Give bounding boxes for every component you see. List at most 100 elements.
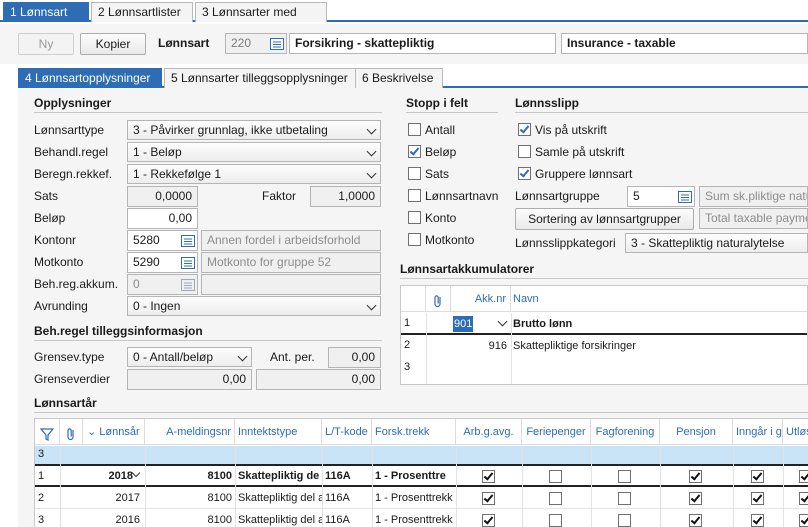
tab-lonnsartopplysninger[interactable]: 4 Lønnsartopplysninger (18, 68, 162, 88)
utlos-checkbox[interactable] (799, 514, 808, 527)
fagforening-checkbox[interactable] (618, 514, 631, 527)
faktor-label: Faktor (262, 189, 297, 203)
vis-pa-utskrift-checkbox[interactable] (518, 123, 531, 136)
grense-field-1[interactable]: 0,00 (127, 369, 252, 390)
feriepenger-checkbox[interactable] (549, 492, 562, 505)
arbgavg-checkbox[interactable] (482, 470, 495, 483)
lonnsar-cell[interactable]: 2017 (83, 487, 140, 509)
inntektstype-column-header[interactable]: Inntektstype (235, 419, 322, 445)
lonnsartgruppe-label: Lønnsartgruppe (515, 189, 600, 203)
akknr-cell-selected[interactable]: 901 (453, 316, 473, 332)
feriepenger-checkbox[interactable] (549, 514, 562, 527)
inngar-checkbox[interactable] (751, 470, 764, 483)
belop-field[interactable]: 0,00 (127, 208, 198, 229)
pensjon-checkbox[interactable] (689, 514, 702, 527)
lonnsslipp-heading: Lønnsslipp (515, 96, 579, 110)
utlos-column-header[interactable]: Utløs (783, 419, 808, 445)
ant-per-field[interactable]: 0,00 (328, 347, 381, 368)
lookup-list-icon[interactable] (678, 191, 692, 203)
gruppere-lonnsart-checkbox[interactable] (518, 167, 531, 180)
lookup-list-icon[interactable] (181, 279, 195, 291)
lonnsar-cell[interactable]: 2016 (83, 509, 140, 527)
copy-button[interactable]: Kopier (80, 33, 146, 55)
arbgavg-checkbox[interactable] (482, 514, 495, 527)
feriepenger-checkbox[interactable] (549, 470, 562, 483)
motkonto-label: Motkonto (34, 255, 84, 269)
grensev-type-select[interactable]: 0 - Antall/beløp (127, 347, 252, 367)
check-icon (690, 492, 701, 503)
attachment-header[interactable] (60, 419, 83, 445)
stopp-antall-checkbox[interactable] (408, 123, 421, 136)
stopp-sats-checkbox[interactable] (408, 167, 421, 180)
arbgavg-checkbox[interactable] (482, 492, 495, 505)
navn-cell: Skattepliktige forsikringer (513, 340, 636, 352)
navn-column-header[interactable]: Navn (511, 286, 807, 312)
tab-beskrivelse[interactable]: 6 Beskrivelse (355, 68, 443, 88)
lonnsart-name-field[interactable]: Forsikring - skattepliktig (289, 33, 556, 54)
pensjon-column-header[interactable]: Pensjon (660, 419, 733, 445)
filter-header[interactable] (35, 419, 60, 445)
amelding-cell: 8100 (207, 514, 232, 526)
stopp-belop-checkbox[interactable] (408, 145, 421, 158)
utlos-checkbox[interactable] (799, 470, 808, 483)
stopp-konto-checkbox[interactable] (408, 211, 421, 224)
lonnsslippkategori-select[interactable]: 3 - Skattepliktig naturalytelse (625, 233, 808, 253)
sats-field[interactable]: 0,0000 (127, 186, 198, 207)
stopp-lonnsartnavn-checkbox[interactable] (408, 189, 421, 202)
ltkode-cell: 116A (325, 470, 351, 482)
lonnsarttype-select[interactable]: 3 - Påvirker grunnlag, ikke utbetaling (127, 120, 381, 140)
utlos-checkbox[interactable] (799, 492, 808, 505)
fagforening-column-header[interactable]: Fagforening (591, 419, 660, 445)
avrunding-value: 0 - Ingen (133, 299, 181, 313)
stopp-sats-label: Sats (425, 167, 450, 181)
sortering-button[interactable]: Sortering av lønnsartgrupper (515, 208, 694, 230)
new-row[interactable] (35, 446, 808, 464)
samle-pa-utskrift-checkbox[interactable] (518, 145, 531, 158)
behandl-select[interactable]: 1 - Beløp (127, 142, 381, 162)
tab-lonnsartlister[interactable]: 2 Lønnsartlister (91, 2, 193, 22)
lookup-list-icon[interactable] (181, 257, 195, 269)
lonnsart-name-en-field[interactable]: Insurance - taxable (561, 33, 808, 54)
behreg-label: Beh.reg.akkum. (34, 277, 119, 291)
arbgavg-column-header[interactable]: Arb.g.avg. (456, 419, 522, 445)
kontonr-description: Annen fordel i arbeidsforhold (201, 230, 381, 251)
ltkode-column-header[interactable]: L/T-kode (322, 419, 372, 445)
grensev-type-label: Grensev.type (34, 350, 105, 364)
fagforening-checkbox[interactable] (618, 470, 631, 483)
behandl-value: 1 - Beløp (133, 145, 182, 159)
forsk-trekk-column-header[interactable]: Forsk.trekk (372, 419, 456, 445)
akknr-column-header[interactable]: Akk.nr (451, 286, 511, 312)
check-icon (690, 514, 701, 525)
lookup-list-icon[interactable] (181, 235, 195, 247)
lonnsar-column-header[interactable]: ⌄ Lønnsår (83, 419, 145, 445)
beregn-select[interactable]: 1 - Rekkefølge 1 (127, 164, 381, 184)
inngar-checkbox[interactable] (751, 492, 764, 505)
tab-lonnsart[interactable]: 1 Lønnsart (3, 2, 89, 22)
pensjon-checkbox[interactable] (689, 492, 702, 505)
row-number: 2 (404, 339, 411, 351)
inngar-column-header[interactable]: Inngår i gr (733, 419, 783, 445)
amelding-column-header[interactable]: A-meldingsnr (145, 419, 235, 445)
tab-lonnsarter-tilleggsopplysninger[interactable]: 5 Lønnsarter tilleggsopplysninger (164, 68, 360, 88)
stopp-motkonto-checkbox[interactable] (408, 233, 421, 246)
new-button[interactable]: Ny (18, 33, 74, 55)
lonnsart-label: Lønnsart (158, 36, 210, 50)
grense-field-2[interactable]: 0,00 (256, 369, 381, 390)
feriepenger-column-header[interactable]: Feriepenger (522, 419, 591, 445)
grid-line (60, 446, 61, 527)
avrunding-select[interactable]: 0 - Ingen (127, 296, 381, 316)
inngar-checkbox[interactable] (751, 514, 764, 527)
behreg-description (201, 274, 381, 295)
tab-lonnsarter-med-koder[interactable]: 3 Lønnsarter med koder (195, 2, 327, 38)
pensjon-checkbox[interactable] (689, 470, 702, 483)
lookup-list-icon[interactable] (270, 38, 284, 50)
fagforening-checkbox[interactable] (618, 492, 631, 505)
grid-line (733, 446, 734, 527)
lonnsslippkategori-label: Lønnsslippkategori (515, 236, 616, 250)
grenseverdier-label: Grenseverdier (34, 372, 111, 386)
attachment-header[interactable] (426, 286, 451, 312)
grid-line (426, 313, 427, 384)
faktor-field[interactable]: 1,0000 (310, 186, 381, 207)
lonnsar-cell[interactable]: 2018 (83, 465, 133, 487)
akknr-cell[interactable]: 916 (451, 335, 507, 357)
